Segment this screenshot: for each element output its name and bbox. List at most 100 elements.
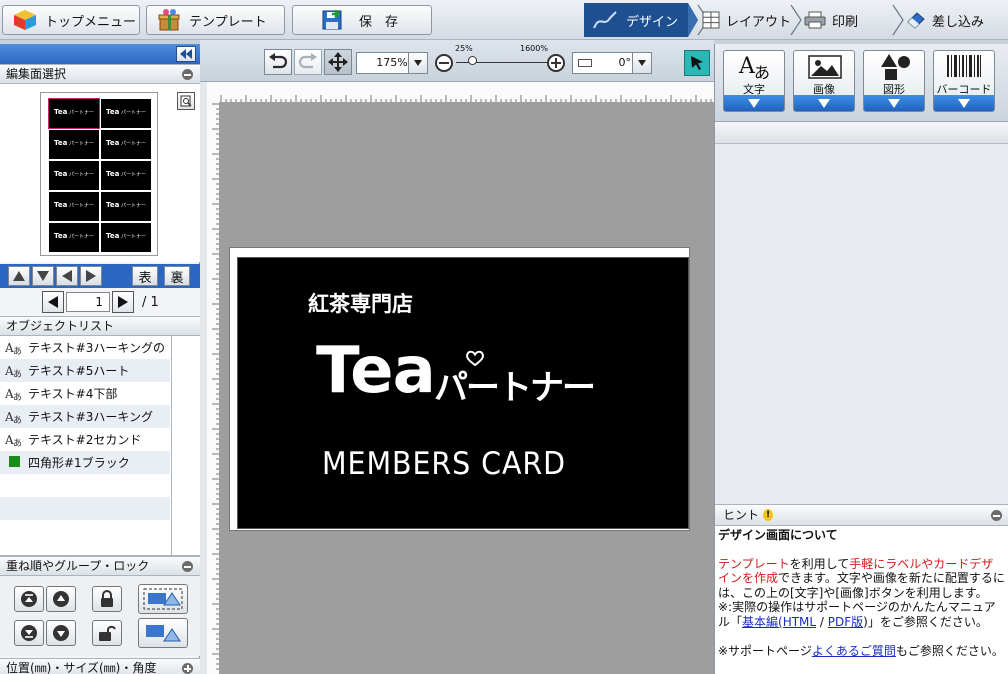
top-menu-button[interactable]: トップメニュー	[2, 5, 140, 35]
faq-link[interactable]: よくあるご質問	[812, 644, 896, 658]
send-to-back-button[interactable]	[14, 620, 44, 646]
move-right-button[interactable]	[80, 266, 102, 286]
rotation-dropdown-button[interactable]	[632, 52, 652, 74]
thumbnail-card-title: Tea	[54, 232, 68, 240]
insert-toolbar: Aあ 文字 画像 図形 バーコード	[715, 44, 1008, 122]
bring-to-front-button[interactable]	[14, 586, 44, 612]
printer-icon	[804, 11, 826, 29]
insert-text-button[interactable]: Aあ 文字	[723, 50, 785, 112]
card-shop-name[interactable]: 紅茶専門店	[308, 288, 413, 318]
lock-button[interactable]	[92, 586, 122, 612]
undo-icon	[268, 53, 288, 71]
rotation-rect-icon	[578, 59, 592, 67]
card-members-text[interactable]: MEMBERS CARD	[322, 446, 566, 482]
object-list-item[interactable]: A あテキスト#3ハーキングの	[0, 336, 170, 359]
ungroup-button[interactable]	[138, 618, 188, 648]
text-icon: Aあ	[0, 410, 28, 424]
page-total: / 1	[142, 295, 159, 310]
thumbnail-card-title: Tea	[106, 108, 120, 116]
thumbnail-card-title: Tea	[106, 170, 120, 178]
object-list-item-label: テキスト#5ハート	[28, 364, 130, 378]
tab-design[interactable]: デザイン	[592, 3, 692, 37]
hint-text: /	[816, 614, 828, 629]
card-title-partner[interactable]: パートナー	[434, 360, 596, 409]
collapse-section-icon[interactable]	[182, 69, 193, 80]
cursor-arrow-icon	[689, 55, 705, 71]
object-list-header: オブジェクトリスト	[0, 316, 200, 336]
page-thumbnail[interactable]: Tea パートナー Tea パートナー Tea パートナー Tea パートナー Tea パートナー…	[40, 92, 158, 256]
thumbnail-area: Tea パートナー Tea パートナー Tea パートナー Tea パートナー Tea パートナー…	[0, 84, 200, 262]
tab-merge[interactable]: 差し込み	[906, 3, 1006, 37]
page-nav-buttons: 表 裏	[8, 266, 198, 286]
thumbnail-card-subtitle: パートナー	[121, 234, 147, 240]
object-list-item[interactable]: A あテキスト#5ハート	[0, 359, 170, 382]
manual-html-link[interactable]: 基本編(HTML	[742, 615, 816, 629]
collapse-section-icon[interactable]	[991, 510, 1002, 521]
ungroup-shapes-icon	[142, 621, 184, 645]
card-black-rectangle[interactable]: 紅茶専門店 Tea パートナー MEMBERS CARD	[237, 257, 689, 529]
template-button[interactable]: テンプレート	[146, 5, 285, 35]
expand-section-icon[interactable]	[182, 663, 193, 674]
next-page-button[interactable]	[112, 291, 134, 313]
object-list-item[interactable]: A あテキスト#2セカンド	[0, 428, 170, 451]
heart-icon[interactable]	[466, 350, 484, 366]
object-list-item[interactable]: 四角形#1ブラック	[0, 451, 170, 474]
right-panel: Aあ 文字 画像 図形 バーコード ヒント ! デザイン画面について テンプレー…	[714, 44, 1008, 674]
hint-text: を利用して	[789, 556, 850, 571]
send-backward-button[interactable]	[46, 620, 76, 646]
object-list: A あテキスト#3ハーキングの A あテキスト#5ハート A あテキスト#4下部 A あテキス…	[0, 336, 200, 556]
rotation-select[interactable]: 0°	[572, 52, 638, 74]
text-icon: Aあ	[0, 387, 28, 401]
thumbnail-zoom-button[interactable]	[177, 92, 195, 110]
thumbnail-card-subtitle: パートナー	[69, 110, 95, 116]
collapse-section-icon[interactable]	[182, 561, 193, 572]
manual-pdf-link[interactable]: PDF版	[828, 615, 863, 629]
object-list-item-label: テキスト#2セカンド	[28, 433, 142, 447]
object-list-item-label: テキスト#4下部	[28, 387, 118, 401]
fit-page-button[interactable]	[324, 49, 352, 75]
move-up-button[interactable]	[8, 266, 30, 286]
collapse-panel-button[interactable]	[176, 46, 196, 62]
text-insert-icon: Aあ	[738, 53, 774, 81]
insert-shape-button[interactable]: 図形	[863, 50, 925, 112]
redo-button[interactable]	[294, 49, 322, 75]
chevron-down-icon	[794, 95, 854, 111]
object-list-item[interactable]: A あテキスト#4下部	[0, 382, 170, 405]
edit-select-title: 編集面選択	[6, 67, 67, 81]
card-paper[interactable]: 紅茶専門店 Tea パートナー MEMBERS CARD	[229, 247, 690, 531]
order-group-header: 重ね順やグループ・ロック	[0, 556, 200, 576]
zoom-out-button[interactable]	[434, 53, 454, 73]
save-button[interactable]: 保 存	[292, 5, 432, 35]
barcode-icon	[946, 54, 982, 78]
bring-forward-button[interactable]	[46, 586, 76, 612]
lock-icon	[99, 590, 115, 608]
green-square-icon	[0, 455, 28, 470]
card-title-tea[interactable]: Tea	[316, 334, 436, 408]
zoom-in-button[interactable]	[546, 53, 566, 73]
object-list-item[interactable]: A あテキスト#3ハーキング	[0, 405, 170, 428]
prev-page-button[interactable]	[42, 291, 64, 313]
tab-layout[interactable]: レイアウト	[702, 3, 792, 37]
front-side-label: 表	[138, 270, 152, 286]
zoom-dropdown-button[interactable]	[408, 52, 428, 74]
page-number-input[interactable]: 1	[66, 292, 110, 312]
object-list-empty-row	[0, 520, 170, 543]
prev-page-icon	[48, 296, 58, 308]
move-left-button[interactable]	[56, 266, 78, 286]
back-side-label: 裏	[170, 270, 184, 286]
thumbnail-card-subtitle: パートナー	[69, 141, 95, 147]
back-side-button[interactable]: 裏	[164, 266, 190, 286]
undo-button[interactable]	[264, 49, 292, 75]
zoom-slider[interactable]	[456, 54, 552, 70]
insert-image-button[interactable]: 画像	[793, 50, 855, 112]
position-size-title: 位置(㎜)・サイズ(㎜)・角度	[6, 661, 157, 674]
move-down-button[interactable]	[32, 266, 54, 286]
pen-curve-icon	[592, 10, 620, 30]
select-tool-button[interactable]	[684, 50, 710, 76]
zoom-slider-handle[interactable]	[468, 56, 477, 65]
tab-print[interactable]: 印刷	[804, 3, 892, 37]
front-side-button[interactable]: 表	[132, 266, 158, 286]
insert-barcode-button[interactable]: バーコード	[933, 50, 995, 112]
unlock-button[interactable]	[92, 620, 122, 646]
group-button[interactable]	[138, 584, 188, 614]
